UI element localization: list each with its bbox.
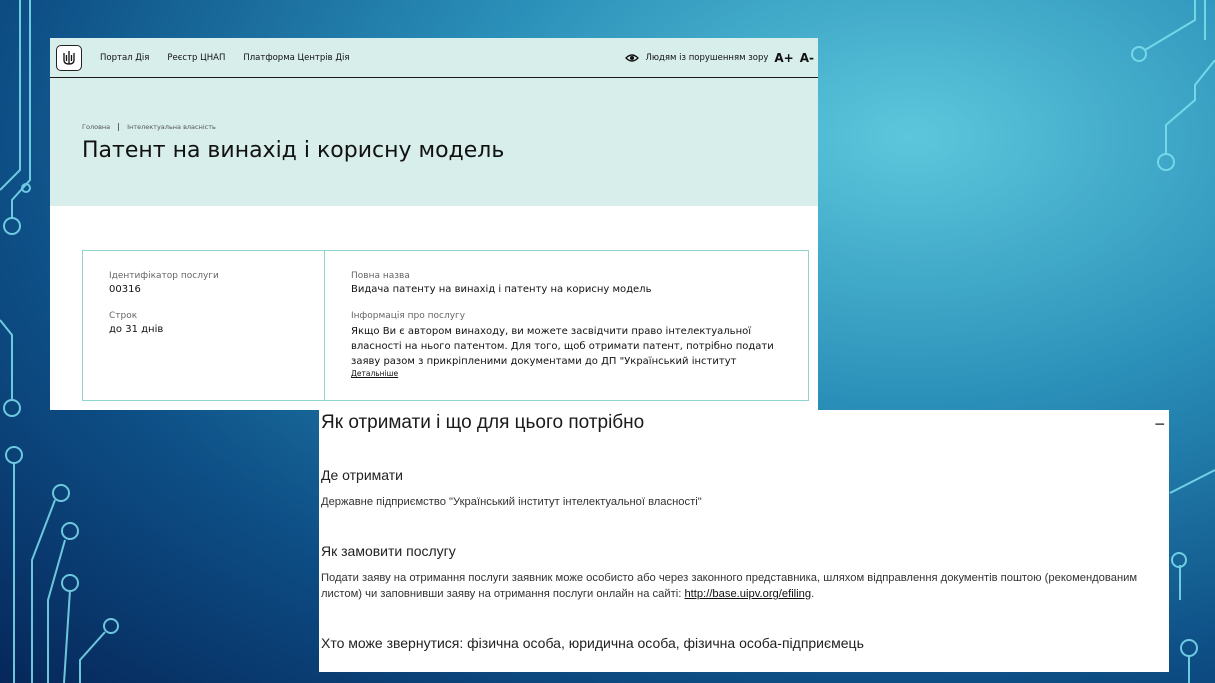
eye-icon [625, 53, 640, 62]
service-info-label: Інформація про послугу [351, 311, 466, 321]
full-name-label: Повна назва [351, 271, 410, 281]
breadcrumb-section[interactable]: Інтелектуальна власність [127, 123, 216, 131]
low-vision-mode-link[interactable]: Людям із порушенням зору [645, 53, 768, 63]
service-page-header-panel: Портал Дія Реєстр ЦНАП Платформа Центрів… [50, 38, 818, 410]
term-value: до 31 днів [109, 324, 164, 335]
collapse-icon[interactable]: − [1154, 414, 1165, 435]
efiling-link[interactable]: http://base.uipv.org/efiling [684, 588, 811, 600]
breadcrumb-home[interactable]: Головна [82, 123, 110, 131]
term-label: Строк [109, 311, 138, 321]
where-heading: Де отримати [321, 467, 403, 483]
trident-logo-icon[interactable] [56, 44, 82, 71]
page-hero: Головна Інтелектуальна власність Патент … [50, 78, 818, 206]
service-id-label: Ідентифікатор послуги [109, 271, 219, 281]
nav-link-cnap-registry[interactable]: Реєстр ЦНАП [167, 53, 225, 63]
service-description-column: Повна назва Видача патенту на винахід і … [325, 251, 808, 400]
page-title: Патент на винахід і корисну модель [82, 138, 505, 163]
order-heading: Як замовити послугу [321, 543, 456, 559]
how-to-get-title[interactable]: Як отримати і що для цього потрібно [321, 412, 644, 434]
font-increase-button[interactable]: A+ [774, 51, 793, 65]
font-decrease-button[interactable]: A- [800, 51, 814, 65]
details-link[interactable]: Детальніше [351, 369, 808, 378]
who-can-apply-heading: Хто може звернутися: фізична особа, юрид… [321, 635, 864, 651]
service-info-text: Якщо Ви є автором винаходу, ви можете за… [351, 326, 774, 367]
nav-link-diia-centers[interactable]: Платформа Центрів Дія [243, 53, 349, 63]
service-id-value: 00316 [109, 284, 141, 295]
top-navigation: Портал Дія Реєстр ЦНАП Платформа Центрів… [50, 38, 818, 78]
accessibility-controls: Людям із порушенням зору A+ A- [625, 51, 814, 65]
where-text: Державне підприємство "Український інсти… [321, 496, 702, 508]
how-to-get-section: Як отримати і що для цього потрібно − Де… [319, 410, 1169, 672]
breadcrumb: Головна Інтелектуальна власність [82, 123, 216, 131]
breadcrumb-separator [118, 123, 120, 131]
service-meta-column: Ідентифікатор послуги 00316 Строк до 31 … [83, 251, 325, 400]
service-info-card: Ідентифікатор послуги 00316 Строк до 31 … [82, 250, 809, 401]
full-name-value: Видача патенту на винахід і патенту на к… [351, 284, 652, 295]
nav-link-portal-diia[interactable]: Портал Дія [100, 53, 149, 63]
order-text: Подати заяву на отримання послуги заявни… [321, 572, 1138, 600]
